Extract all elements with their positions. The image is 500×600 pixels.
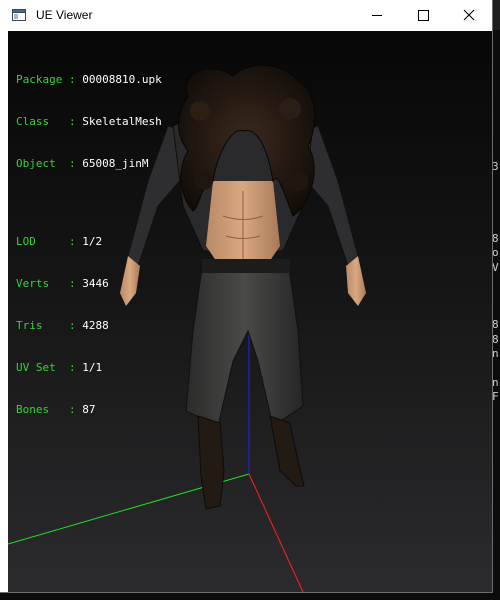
info-row-class: Class : SkeletalMesh	[16, 115, 162, 129]
console-right-glyph	[492, 203, 500, 217]
info-row-package: Package : 00008810.upk	[16, 73, 162, 87]
console-right-glyph: 8	[492, 231, 499, 245]
console-right-glyph	[492, 73, 500, 87]
mesh-info-panel: Package : 00008810.upk Class : SkeletalM…	[16, 45, 162, 445]
console-right-glyph	[492, 102, 500, 116]
console-right-glyph: F	[492, 390, 499, 404]
window-title: UE Viewer	[36, 8, 93, 22]
console-right-glyph	[492, 145, 500, 159]
info-separator: :	[49, 115, 83, 128]
console-right-glyph	[492, 30, 500, 44]
info-value-package: 00008810.upk	[82, 73, 162, 86]
info-value-class: SkeletalMesh	[82, 115, 162, 128]
console-right-glyph: 8	[492, 318, 499, 332]
console-right-glyph	[492, 419, 500, 433]
info-value-verts: 3446	[82, 277, 109, 290]
info-row-lod: LOD : 1/2	[16, 235, 162, 249]
belt	[202, 259, 290, 273]
info-label: Class	[16, 115, 50, 128]
console-right-glyph	[492, 44, 500, 58]
title-bar[interactable]: UE Viewer	[0, 0, 492, 31]
console-right-glyph	[492, 188, 500, 202]
console-right-glyph	[492, 131, 500, 145]
background-console-right-text: 3 8oV 88n nF	[492, 30, 500, 448]
info-value-uv-set: 1/1	[82, 361, 103, 374]
console-right-glyph	[492, 59, 500, 73]
close-button[interactable]	[446, 0, 492, 31]
trousers	[185, 260, 304, 427]
info-row-bones: Bones : 87	[16, 403, 162, 417]
3d-viewport[interactable]: Package : 00008810.upk Class : SkeletalM…	[8, 31, 492, 592]
console-right-glyph	[492, 361, 500, 375]
console-right-glyph: n	[492, 375, 499, 389]
console-right-glyph	[492, 116, 500, 130]
info-separator: :	[35, 235, 83, 248]
info-separator: :	[49, 403, 83, 416]
console-right-glyph	[492, 174, 500, 188]
info-value-tris: 4288	[82, 319, 109, 332]
left-boot	[197, 415, 225, 510]
info-separator: :	[42, 319, 83, 332]
ue-viewer-window: UE Viewer Package: 00008810.upk Class:…	[0, 0, 492, 592]
info-label: LOD	[16, 235, 36, 248]
axis-x-line	[248, 473, 304, 592]
info-value-bones: 87	[82, 403, 96, 416]
info-row-verts: Verts : 3446	[16, 277, 162, 291]
console-right-glyph: 8	[492, 332, 499, 346]
console-right-glyph	[492, 88, 500, 102]
console-right-glyph: V	[492, 260, 499, 274]
info-row-object: Object : 65008_jinM	[16, 157, 162, 171]
console-right-glyph: 3	[492, 159, 499, 173]
info-separator: :	[62, 73, 83, 86]
right-boot	[269, 415, 305, 487]
minimize-icon	[372, 15, 382, 16]
maximize-button[interactable]	[400, 0, 446, 31]
info-value-object: 65008_jinM	[82, 157, 149, 170]
info-label: Object	[16, 157, 56, 170]
info-separator: :	[55, 361, 83, 374]
console-right-glyph	[492, 304, 500, 318]
close-icon	[463, 9, 475, 21]
console-right-glyph	[492, 217, 500, 231]
console-right-glyph	[492, 275, 500, 289]
info-label: Verts	[16, 277, 50, 290]
info-label: Package	[16, 73, 63, 86]
console-right-glyph: o	[492, 246, 499, 260]
console-right-glyph: n	[492, 346, 499, 360]
info-label: Bones	[16, 403, 50, 416]
app-window-icon	[12, 9, 26, 21]
console-right-glyph	[492, 289, 500, 303]
right-hand	[346, 256, 366, 306]
info-label: UV Set	[16, 361, 56, 374]
maximize-icon	[418, 10, 429, 21]
info-value-lod: 1/2	[82, 235, 103, 248]
info-row-tris: Tris : 4288	[16, 319, 162, 333]
info-separator: :	[49, 277, 83, 290]
console-right-glyph	[492, 405, 500, 419]
minimize-button[interactable]	[354, 0, 400, 31]
info-label: Tris	[16, 319, 43, 332]
console-right-glyph	[492, 433, 500, 447]
info-separator: :	[55, 157, 83, 170]
info-row-uv-set: UV Set : 1/1	[16, 361, 162, 375]
